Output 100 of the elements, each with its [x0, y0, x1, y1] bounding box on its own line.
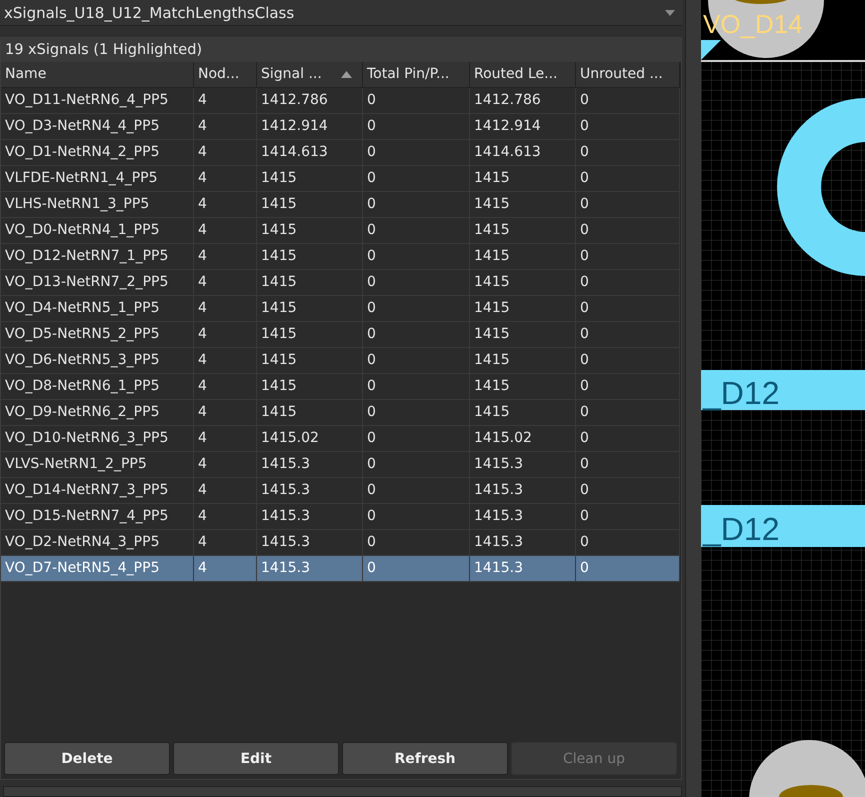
table-cell: 1415.3: [470, 530, 576, 556]
table-cell: 1415.3: [470, 556, 576, 582]
table-cell: 0: [363, 140, 470, 166]
table-cell: 4: [194, 452, 257, 478]
table-cell: 1412.786: [257, 88, 363, 114]
table-cell: 4: [194, 400, 257, 426]
table-cell: 1415: [470, 348, 576, 374]
table-cell: 0: [576, 348, 680, 374]
table-cell: 1415.3: [257, 530, 363, 556]
table-cell: VO_D8-NetRN6_1_PP5: [1, 374, 194, 400]
table-cell: 4: [194, 114, 257, 140]
table-cell: 1415.3: [257, 556, 363, 582]
action-button[interactable]: Delete: [4, 742, 170, 775]
table-cell: 0: [363, 478, 470, 504]
table-cell: 1415: [257, 192, 363, 218]
table-cell: 0: [576, 556, 680, 582]
table-cell: 0: [363, 556, 470, 582]
table-cell: 0: [576, 218, 680, 244]
table-cell: 1415.3: [470, 504, 576, 530]
table-cell: 4: [194, 88, 257, 114]
table-cell: 0: [576, 114, 680, 140]
table-cell: 1415: [257, 322, 363, 348]
table-cell: 1415: [257, 244, 363, 270]
table-cell: 4: [194, 426, 257, 452]
caret-icon: [664, 8, 676, 16]
table-cell: 0: [576, 400, 680, 426]
table-cell: 0: [363, 270, 470, 296]
table-cell: 0: [576, 374, 680, 400]
table-cell: 1415: [257, 296, 363, 322]
column-header[interactable]: Signal ...: [257, 62, 363, 88]
table-cell: 4: [194, 478, 257, 504]
table-cell: 0: [363, 452, 470, 478]
table-cell: VO_D13-NetRN7_2_PP5: [1, 270, 194, 296]
table-cell: 1415.02: [257, 426, 363, 452]
action-button[interactable]: Refresh: [342, 742, 508, 775]
table-cell: 0: [576, 478, 680, 504]
table-cell: 1415: [470, 400, 576, 426]
table-cell: 1415.3: [257, 504, 363, 530]
table-cell: 1412.786: [470, 88, 576, 114]
table-cell: 0: [363, 504, 470, 530]
table-cell: 0: [576, 166, 680, 192]
table-cell: 0: [576, 504, 680, 530]
table-cell: 4: [194, 218, 257, 244]
column-header[interactable]: Unrouted ...: [576, 62, 680, 88]
table-cell: VO_D1-NetRN4_2_PP5: [1, 140, 194, 166]
table-cell: 1415: [257, 374, 363, 400]
table-cell: VO_D2-NetRN4_3_PP5: [1, 530, 194, 556]
table-cell: 4: [194, 374, 257, 400]
table-cell: 1415: [257, 166, 363, 192]
column-header[interactable]: Routed Le...: [470, 62, 576, 88]
table-cell: VO_D10-NetRN6_3_PP5: [1, 426, 194, 452]
class-dropdown[interactable]: xSignals_U18_U12_MatchLengthsClass: [0, 0, 682, 26]
table-cell: 1415: [257, 400, 363, 426]
table-cell: 1415.3: [257, 452, 363, 478]
table-cell: 1415: [257, 218, 363, 244]
table-cell: 4: [194, 296, 257, 322]
table-cell: 1415: [257, 348, 363, 374]
table-cell: 0: [363, 322, 470, 348]
table-cell: 1415: [470, 270, 576, 296]
table-cell: 1415: [470, 374, 576, 400]
table-cell: 0: [363, 400, 470, 426]
table-cell: 0: [576, 530, 680, 556]
table-cell: 0: [576, 452, 680, 478]
table-cell: 0: [576, 296, 680, 322]
table-cell: 1415: [257, 270, 363, 296]
table-cell: 4: [194, 140, 257, 166]
table-cell: 4: [194, 348, 257, 374]
table-cell: 1412.914: [257, 114, 363, 140]
table-cell: 0: [576, 88, 680, 114]
table-cell: VLFDE-NetRN1_4_PP5: [1, 166, 194, 192]
table-cell: 0: [363, 166, 470, 192]
table-cell: 1414.613: [257, 140, 363, 166]
table-cell: 0: [363, 426, 470, 452]
table-cell: 0: [363, 244, 470, 270]
table-cell: VO_D15-NetRN7_4_PP5: [1, 504, 194, 530]
table-cell: VLVS-NetRN1_2_PP5: [1, 452, 194, 478]
action-button[interactable]: Edit: [173, 742, 339, 775]
table-cell: 4: [194, 270, 257, 296]
table-cell: 1415: [470, 244, 576, 270]
column-header[interactable]: Total Pin/P...: [363, 62, 470, 88]
table-cell: 4: [194, 530, 257, 556]
summary-label: 19 xSignals (1 Highlighted): [1, 38, 681, 62]
table-cell: VO_D9-NetRN6_2_PP5: [1, 400, 194, 426]
table-cell: 0: [576, 426, 680, 452]
table-cell: 0: [576, 192, 680, 218]
table-cell: VO_D14-NetRN7_3_PP5: [1, 478, 194, 504]
table-cell: 4: [194, 192, 257, 218]
table-cell: 0: [363, 192, 470, 218]
table-cell: 4: [194, 166, 257, 192]
scroll-bar[interactable]: [3, 786, 682, 797]
table-cell: 0: [363, 296, 470, 322]
table-cell: VO_D12-NetRN7_1_PP5: [1, 244, 194, 270]
table-cell: 0: [363, 530, 470, 556]
table-cell: 0: [363, 114, 470, 140]
table-cell: 0: [363, 348, 470, 374]
column-header[interactable]: Name: [1, 62, 194, 88]
table-cell: VO_D0-NetRN4_1_PP5: [1, 218, 194, 244]
column-header[interactable]: Nod...: [194, 62, 257, 88]
panel-splitter[interactable]: [685, 0, 701, 797]
table-cell: 1415: [470, 166, 576, 192]
